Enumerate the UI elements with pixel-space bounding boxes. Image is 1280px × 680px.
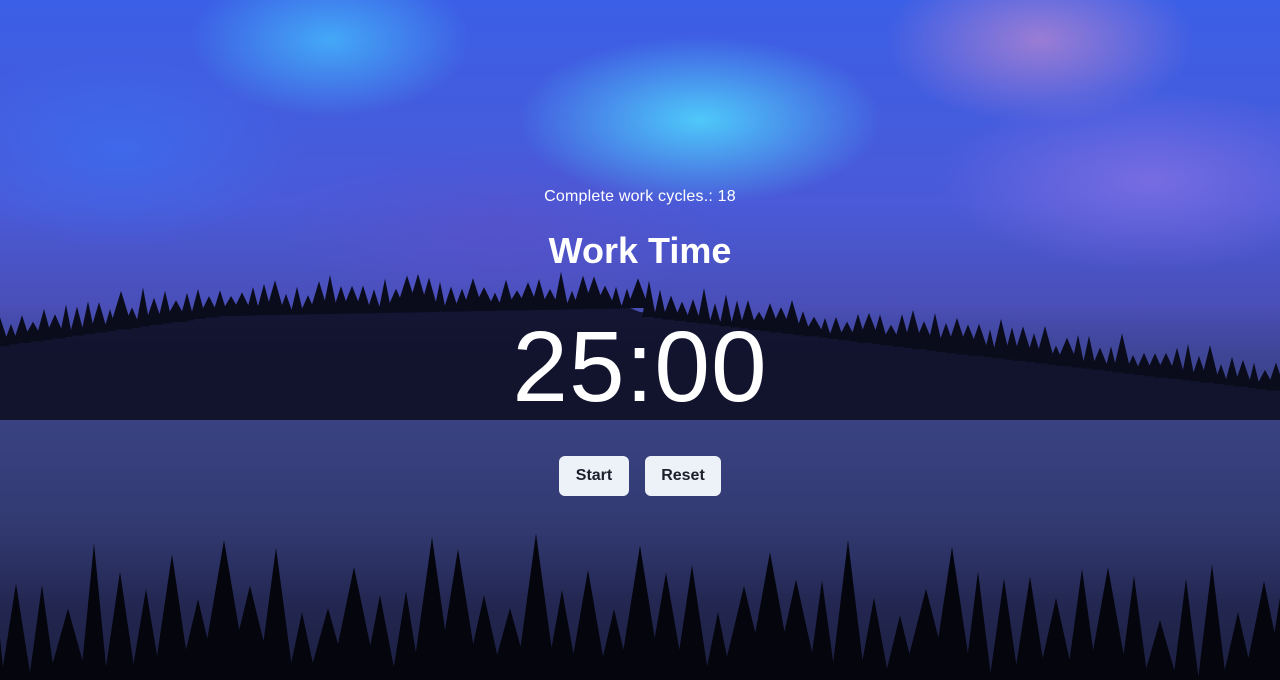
reset-button[interactable]: Reset: [645, 456, 721, 496]
mode-title: Work Time: [548, 230, 732, 271]
cycles-count: 18: [717, 188, 736, 205]
timer-display: 25:00: [512, 311, 768, 423]
timer-controls: Start Reset: [0, 456, 1280, 496]
cycles-counter: Complete work cycles.: 18: [0, 188, 1280, 206]
pomodoro-panel: Complete work cycles.: 18 Work Time 25:0…: [0, 0, 1280, 680]
start-button[interactable]: Start: [559, 456, 629, 496]
cycles-label: Complete work cycles.:: [544, 188, 714, 205]
